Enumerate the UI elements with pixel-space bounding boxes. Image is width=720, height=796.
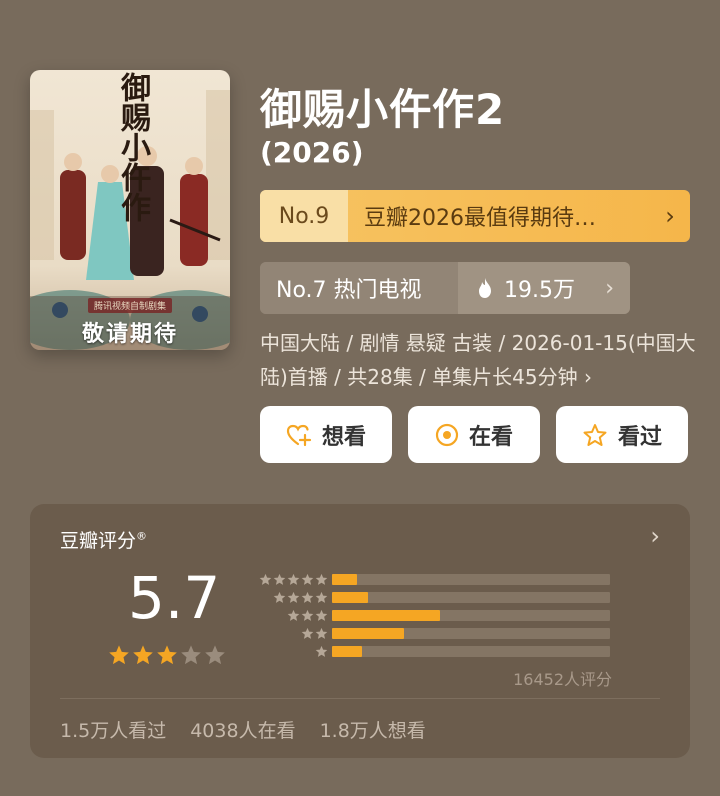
meta-info[interactable]: 中国大陆 / 剧情 悬疑 古装 / 2026-01-15(中国大陆)首播 / 共… bbox=[260, 326, 700, 394]
rating-bar-track bbox=[331, 645, 610, 657]
poster-title-art: 御赐小仵作 bbox=[115, 72, 150, 222]
rating-bar-stars bbox=[250, 609, 330, 622]
heat-value: 19.5万 bbox=[504, 278, 575, 303]
rating-bar-stars bbox=[250, 627, 330, 640]
small-star-icon bbox=[287, 609, 299, 621]
rating-bar-row-2 bbox=[250, 624, 610, 642]
star-filled-icon bbox=[133, 645, 153, 665]
rank-list-label: 豆瓣2026最值得期待… bbox=[364, 206, 596, 231]
rating-card[interactable]: 豆瓣评分® › 5.7 16452人评分 1.5万人看过 4038人在看 1.8万人… bbox=[30, 504, 690, 758]
star-empty-icon bbox=[181, 645, 201, 665]
rating-bar-fill bbox=[331, 609, 441, 621]
small-star-icon bbox=[315, 627, 327, 639]
chevron-right-icon[interactable]: › bbox=[650, 522, 660, 550]
rating-bar-fill bbox=[331, 627, 404, 639]
rating-score: 5.7 bbox=[128, 564, 221, 632]
page-title: 御赐小仵作2 bbox=[260, 85, 506, 134]
poster-slogan: 敬请期待 bbox=[81, 322, 178, 347]
want-to-watch-label: 想看 bbox=[321, 424, 366, 450]
rating-bar-row-1 bbox=[250, 642, 610, 660]
small-star-icon bbox=[315, 591, 327, 603]
small-star-icon bbox=[301, 573, 313, 585]
score-stars bbox=[108, 644, 226, 666]
heat-value-area: 19.5万 › bbox=[458, 262, 630, 314]
small-star-icon bbox=[287, 591, 299, 603]
rating-bar-row-5 bbox=[250, 570, 610, 588]
star-empty-icon bbox=[205, 645, 225, 665]
small-star-icon bbox=[273, 573, 285, 585]
small-star-icon bbox=[273, 591, 285, 603]
star-filled-icon bbox=[157, 645, 177, 665]
watching-count[interactable]: 4038人在看 bbox=[190, 716, 295, 743]
small-star-icon bbox=[287, 573, 299, 585]
rank-number: No.9 bbox=[260, 190, 348, 242]
registered-mark: ® bbox=[136, 529, 148, 543]
small-star-icon bbox=[259, 573, 271, 585]
rating-card-title: 豆瓣评分® bbox=[60, 526, 147, 553]
watching-label: 在看 bbox=[468, 424, 513, 450]
rating-bar-track bbox=[331, 627, 610, 639]
hot-tv-banner[interactable]: No.7 热门电视 19.5万 › bbox=[260, 262, 630, 314]
poster-image[interactable]: 御赐小仵作 腾讯视频自制剧集 敬请期待 bbox=[30, 70, 230, 350]
heart-plus-icon bbox=[286, 424, 312, 446]
star-outline-icon bbox=[583, 423, 607, 446]
rating-bar-stars bbox=[250, 645, 330, 658]
poster-badge: 腾讯视频自制剧集 bbox=[87, 298, 172, 313]
small-star-icon bbox=[301, 627, 313, 639]
want-to-watch-button[interactable]: 想看 bbox=[260, 406, 392, 463]
rating-bar-stars bbox=[250, 573, 330, 586]
rating-bar-row-4 bbox=[250, 588, 610, 606]
watching-button[interactable]: 在看 bbox=[408, 406, 540, 463]
target-icon bbox=[435, 423, 459, 446]
rating-bar-fill bbox=[331, 573, 357, 585]
action-buttons: 想看 在看 看过 bbox=[260, 406, 688, 463]
poster-caption: 腾讯视频自制剧集 敬请期待 bbox=[30, 296, 230, 350]
rating-bar-fill bbox=[331, 645, 363, 657]
chevron-right-icon: › bbox=[665, 202, 675, 230]
rating-count: 16452人评分 bbox=[513, 670, 612, 689]
watched-count[interactable]: 1.5万人看过 bbox=[60, 716, 166, 743]
divider bbox=[60, 698, 660, 699]
small-star-icon bbox=[301, 609, 313, 621]
watch-stats: 1.5万人看过 4038人在看 1.8万人想看 bbox=[60, 716, 426, 743]
small-star-icon bbox=[315, 573, 327, 585]
rating-bar-stars bbox=[250, 591, 330, 604]
small-star-icon bbox=[301, 591, 313, 603]
wishlist-count[interactable]: 1.8万人想看 bbox=[320, 716, 426, 743]
watched-label: 看过 bbox=[617, 424, 662, 450]
ranking-list-banner[interactable]: No.9 豆瓣2026最值得期待… › bbox=[260, 190, 690, 242]
chevron-right-icon: › bbox=[605, 275, 614, 301]
small-star-icon bbox=[315, 609, 327, 621]
small-star-icon bbox=[315, 645, 327, 657]
rating-bar-track bbox=[331, 573, 610, 585]
hot-tv-rank: No.7 热门电视 bbox=[260, 262, 458, 314]
rating-title-text: 豆瓣评分 bbox=[60, 530, 137, 552]
rating-bar-track bbox=[331, 591, 610, 603]
star-filled-icon bbox=[109, 645, 129, 665]
rating-bar-track bbox=[331, 609, 610, 621]
rating-bar-row-3 bbox=[250, 606, 610, 624]
watched-button[interactable]: 看过 bbox=[556, 406, 688, 463]
release-year: (2026) bbox=[260, 136, 364, 169]
rating-distribution bbox=[250, 570, 610, 660]
fire-icon bbox=[479, 278, 491, 298]
rating-bar-fill bbox=[331, 591, 368, 603]
